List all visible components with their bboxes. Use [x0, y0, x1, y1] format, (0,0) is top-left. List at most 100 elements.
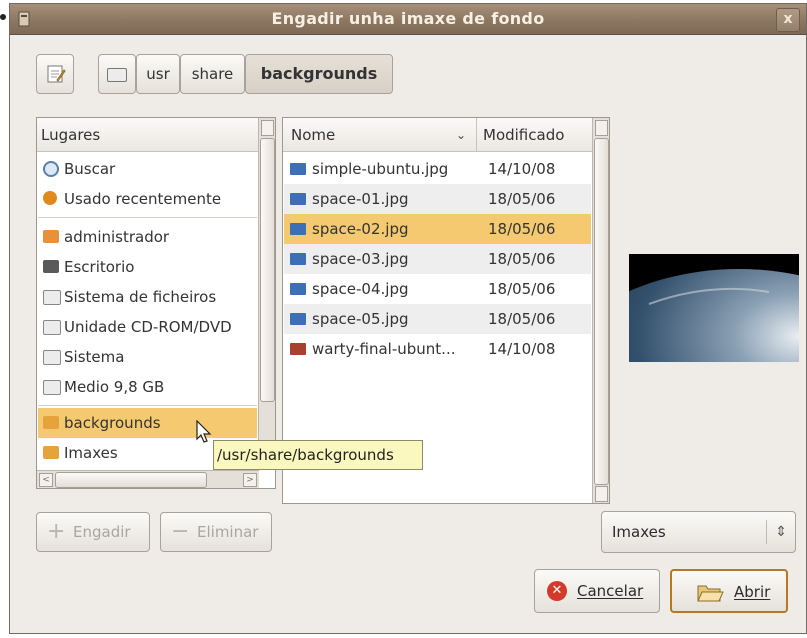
image-file-icon — [290, 343, 306, 355]
file-filter-combo[interactable]: Imaxes ⇕ — [601, 511, 796, 553]
folder-icon — [43, 446, 59, 459]
file-row[interactable]: space-05.jpg 18/05/06 — [284, 304, 591, 334]
file-name: space-01.jpg — [312, 190, 409, 208]
image-preview — [629, 254, 799, 362]
file-name: warty-final-ubunt... — [312, 340, 456, 358]
place-cdrom[interactable]: Unidade CD-ROM/DVD — [38, 312, 257, 342]
place-label: Usado recentemente — [64, 190, 222, 208]
place-sistema[interactable]: Sistema — [38, 342, 257, 372]
file-date: 18/05/06 — [488, 280, 556, 298]
image-file-icon — [290, 253, 306, 265]
place-label: Sistema de ficheiros — [64, 288, 217, 306]
recent-icon — [43, 191, 57, 205]
filter-selected-value: Imaxes — [612, 523, 666, 541]
place-label: administrador — [64, 228, 170, 246]
open-button-label: Abrir — [734, 583, 771, 601]
scroll-thumb[interactable] — [260, 138, 275, 402]
place-label: Medio 9,8 GB — [64, 378, 165, 396]
cancel-button[interactable]: ✕ Cancelar — [534, 569, 660, 613]
image-file-icon — [290, 193, 306, 205]
scroll-up-arrow[interactable] — [261, 120, 274, 136]
scroll-down-arrow[interactable] — [595, 486, 608, 502]
minus-icon: − — [171, 519, 190, 544]
close-button[interactable]: x — [776, 8, 800, 32]
scroll-right-arrow[interactable]: > — [243, 473, 257, 487]
scroll-left-arrow[interactable]: < — [39, 473, 53, 487]
place-backgrounds[interactable]: backgrounds — [38, 408, 257, 438]
folder-icon — [43, 416, 59, 429]
title-bar[interactable]: Engadir unha imaxe de fondo x — [10, 4, 806, 35]
file-date: 14/10/08 — [488, 340, 556, 358]
open-button[interactable]: Abrir — [670, 569, 788, 613]
column-header-modified[interactable]: Modificado — [477, 118, 593, 152]
file-row[interactable]: space-03.jpg 18/05/06 — [284, 244, 591, 274]
file-date: 18/05/06 — [488, 310, 556, 328]
file-name: space-03.jpg — [312, 250, 409, 268]
place-label: backgrounds — [64, 414, 161, 432]
file-row-selected[interactable]: space-02.jpg 18/05/06 — [284, 214, 591, 244]
remove-bookmark-button[interactable]: − Eliminar — [160, 512, 272, 552]
drive-icon — [43, 350, 61, 365]
place-sistema-ficheiros[interactable]: Sistema de ficheiros — [38, 282, 257, 312]
file-row[interactable]: space-01.jpg 18/05/06 — [284, 184, 591, 214]
remove-button-label: Eliminar — [197, 523, 259, 541]
place-medio[interactable]: Medio 9,8 GB — [38, 372, 257, 402]
mouse-cursor-icon — [196, 420, 212, 443]
combo-divider — [766, 520, 767, 544]
file-name: space-05.jpg — [312, 310, 409, 328]
file-date: 18/05/06 — [488, 250, 556, 268]
place-label: Escritorio — [64, 258, 135, 276]
sort-chevron-down-icon: ⌄ — [455, 128, 466, 142]
file-date: 18/05/06 — [488, 220, 556, 238]
type-location-button[interactable] — [36, 54, 74, 94]
path-tooltip: /usr/share/backgrounds — [213, 440, 423, 470]
places-horizontal-scrollbar[interactable]: < > — [37, 470, 259, 488]
file-name: simple-ubuntu.jpg — [312, 160, 449, 178]
image-file-icon — [290, 313, 306, 325]
earth-preview-image — [629, 254, 799, 362]
place-label: Buscar — [64, 160, 116, 178]
place-label: Imaxes — [64, 444, 118, 462]
crumb-backgrounds-button[interactable]: backgrounds — [245, 54, 393, 94]
column-header-name-label: Nome — [291, 126, 336, 144]
place-administrador[interactable]: administrador — [38, 222, 257, 252]
place-recent[interactable]: Usado recentemente — [38, 184, 257, 214]
bullet-marker — [0, 14, 6, 20]
column-header-name[interactable]: Nome ⌄ — [283, 118, 477, 152]
edit-icon — [47, 65, 66, 83]
file-row[interactable]: warty-final-ubunt... 14/10/08 — [284, 334, 591, 364]
scroll-thumb[interactable] — [594, 138, 609, 485]
file-date: 18/05/06 — [488, 190, 556, 208]
place-label: Sistema — [64, 348, 125, 366]
places-header[interactable]: Lugares — [37, 118, 259, 152]
add-button-label: Engadir — [73, 523, 131, 541]
up-down-arrows-icon: ⇕ — [775, 524, 787, 540]
scroll-thumb[interactable] — [55, 472, 207, 488]
file-date: 14/10/08 — [488, 160, 556, 178]
places-pane: Lugares Buscar Usado recentemente admini… — [36, 117, 276, 489]
places-separator — [38, 405, 257, 406]
drive-icon — [107, 67, 127, 82]
place-buscar[interactable]: Buscar — [38, 154, 257, 184]
file-row[interactable]: space-04.jpg 18/05/06 — [284, 274, 591, 304]
file-chooser-dialog: Engadir unha imaxe de fondo x usr share … — [9, 3, 807, 634]
places-vertical-scrollbar[interactable] — [258, 118, 275, 470]
image-file-icon — [290, 223, 306, 235]
drive-icon — [43, 290, 61, 305]
file-row[interactable]: simple-ubuntu.jpg 14/10/08 — [284, 154, 591, 184]
place-escritorio[interactable]: Escritorio — [38, 252, 257, 282]
crumb-usr-button[interactable]: usr — [136, 54, 180, 94]
scroll-up-arrow[interactable] — [595, 120, 608, 136]
crumb-root-button[interactable] — [98, 54, 136, 94]
add-bookmark-button[interactable]: + Engadir — [36, 512, 150, 552]
places-separator — [38, 217, 257, 218]
desktop-icon — [43, 260, 59, 273]
file-list-vertical-scrollbar[interactable] — [592, 118, 609, 503]
file-name: space-02.jpg — [312, 220, 409, 238]
search-icon — [43, 161, 59, 177]
cancel-button-label: Cancelar — [577, 582, 644, 600]
plus-icon: + — [47, 519, 66, 544]
file-name: space-04.jpg — [312, 280, 409, 298]
cdrom-icon — [43, 320, 61, 335]
crumb-share-button[interactable]: share — [180, 54, 245, 94]
